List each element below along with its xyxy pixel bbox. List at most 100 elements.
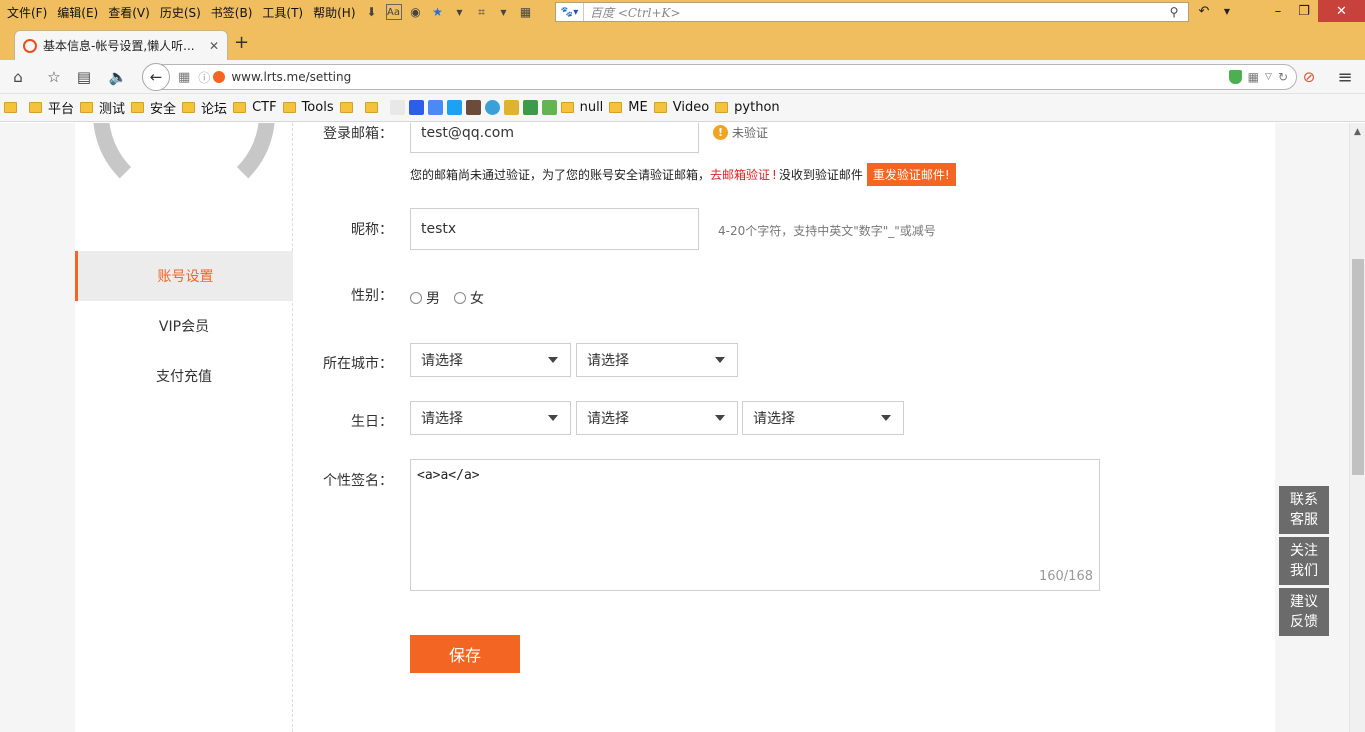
signature-textarea[interactable]: <a>a</a> 160/168	[410, 459, 1100, 591]
site-icon[interactable]	[389, 100, 405, 115]
menu-view[interactable]: 查看(V)	[103, 4, 155, 21]
instagram-icon[interactable]	[465, 100, 481, 115]
nickname-field[interactable]: testx	[410, 208, 699, 250]
sidebar-item-vip[interactable]: VIP会员	[75, 301, 293, 351]
feedback-button[interactable]: 建议 反馈	[1279, 588, 1329, 636]
dropdown-icon[interactable]: ▼	[496, 4, 512, 20]
gender-male-label[interactable]: 男	[426, 288, 440, 308]
birthday-label: 生日：	[351, 414, 393, 430]
folder-icon	[282, 102, 296, 113]
shield-icon[interactable]	[1228, 70, 1242, 84]
speaker-icon[interactable]: 🔈	[109, 68, 128, 86]
avatar[interactable]	[93, 123, 275, 205]
folder-icon	[364, 102, 378, 113]
search-bar[interactable]: 🐾▾ 百度 <Ctrl+K> ⚲	[555, 2, 1189, 22]
birthday-month-select[interactable]: 请选择	[576, 401, 738, 435]
folder-icon	[4, 102, 17, 113]
verify-email-link[interactable]: 去邮箱验证	[710, 166, 770, 183]
twitter-icon[interactable]	[446, 100, 462, 115]
close-tab-icon[interactable]: ✕	[209, 39, 219, 53]
scroll-up-icon[interactable]: ▲	[1354, 127, 1361, 137]
save-button[interactable]: 保存	[410, 635, 520, 673]
follow-us-button[interactable]: 关注 我们	[1279, 537, 1329, 585]
scrollbar[interactable]: ▲	[1349, 123, 1365, 732]
restore-icon[interactable]: ❐	[1292, 0, 1316, 22]
bookmark-folder[interactable]	[339, 102, 359, 113]
menu-edit[interactable]: 编辑(E)	[52, 4, 103, 21]
search-placeholder: 百度 <Ctrl+K>	[590, 5, 681, 20]
bookmark-folder[interactable]: 平台	[29, 98, 74, 117]
signature-label: 个性签名：	[323, 473, 393, 489]
email-field[interactable]: test@qq.com	[410, 123, 699, 153]
google-icon[interactable]	[427, 100, 443, 115]
undo-icon[interactable]: ↶	[1192, 0, 1216, 22]
radio-male[interactable]	[410, 292, 422, 304]
city-province-select[interactable]: 请选择	[410, 343, 571, 377]
birthday-year-select[interactable]: 请选择	[410, 401, 571, 435]
tab-active[interactable]: 基本信息-帐号设置,懒人听... ✕	[14, 30, 228, 60]
city-city-select[interactable]: 请选择	[576, 343, 738, 377]
reader-icon[interactable]: Aa	[385, 4, 402, 20]
folder-icon	[653, 102, 667, 113]
tab-title: 基本信息-帐号设置,懒人听...	[43, 39, 195, 53]
crop-icon[interactable]: ⌗	[474, 4, 490, 20]
search-icon[interactable]: ⚲	[1166, 4, 1182, 20]
bookmark-folder[interactable]: Video	[653, 100, 709, 115]
bookmark-folder[interactable]: null	[560, 100, 603, 115]
resend-verify-button[interactable]: 重发验证邮件!	[866, 163, 956, 186]
scrollbar-thumb[interactable]	[1352, 259, 1364, 475]
bookmark-folder[interactable]: 论坛	[182, 98, 227, 117]
gender-female-label[interactable]: 女	[470, 288, 484, 308]
sidebar-item-account[interactable]: 账号设置	[75, 251, 293, 301]
folder-icon	[29, 102, 42, 113]
bookmark-folder[interactable]: 测试	[80, 98, 125, 117]
close-window-icon[interactable]: ✕	[1318, 0, 1365, 22]
gender-group: 男 女	[410, 288, 484, 308]
reload-icon[interactable]: ↻	[1278, 70, 1288, 84]
city-label: 所在城市：	[323, 356, 393, 372]
menu-bookmarks[interactable]: 书签(B)	[206, 4, 258, 21]
menu-history[interactable]: 历史(S)	[155, 4, 206, 21]
nav-bar: ⌂ ☆ ▤ 🔈 ← ▦ ⓘ www.lrts.me/setting ▦ ▽ ↻ …	[0, 60, 1365, 94]
app-icon[interactable]	[503, 100, 519, 115]
puzzle-icon[interactable]	[541, 100, 557, 115]
aol-icon[interactable]	[484, 100, 500, 115]
contact-service-button[interactable]: 联系 客服	[1279, 486, 1329, 534]
bookmark-folder[interactable]	[364, 102, 384, 113]
reading-list-icon[interactable]: ▤	[75, 68, 93, 86]
birthday-day-select[interactable]: 请选择	[742, 401, 904, 435]
grid-icon[interactable]: ▦	[178, 70, 190, 85]
bookmark-folder[interactable]: ME	[609, 100, 648, 115]
bookmark-folder[interactable]: python	[715, 100, 780, 115]
baidu-icon[interactable]: 🐾▾	[556, 3, 584, 21]
address-bar[interactable]: ← ▦ ⓘ www.lrts.me/setting ▦ ▽ ↻	[142, 63, 1297, 91]
bookmark-folder[interactable]: 安全	[131, 98, 176, 117]
app-icon[interactable]	[522, 100, 538, 115]
menu-tools[interactable]: 工具(T)	[257, 4, 308, 21]
dropdown-icon[interactable]: ▼	[1218, 0, 1236, 22]
verify-notice: 您的邮箱尚未通过验证，为了您的账号安全请验证邮箱， 去邮箱验证 ! 没收到验证邮…	[410, 163, 956, 186]
baidu-paw-icon[interactable]	[408, 100, 424, 115]
bookmark-folder[interactable]: Tools	[282, 100, 334, 115]
dropdown-icon[interactable]: ▽	[1265, 72, 1272, 82]
back-icon[interactable]: ←	[142, 63, 170, 91]
qr-icon[interactable]: ▦	[518, 4, 534, 20]
menu-help[interactable]: 帮助(H)	[308, 4, 360, 21]
star-badge-icon[interactable]: ★	[430, 4, 446, 20]
sidebar-item-payment[interactable]: 支付充值	[75, 351, 293, 401]
bookmark-folder[interactable]	[4, 102, 23, 113]
radio-female[interactable]	[454, 292, 466, 304]
home-icon[interactable]: ⌂	[9, 68, 27, 86]
minimize-icon[interactable]: –	[1266, 0, 1290, 22]
bookmark-star-icon[interactable]: ☆	[45, 68, 63, 86]
menu-hamburger-icon[interactable]: ≡	[1336, 67, 1354, 88]
dropdown-icon[interactable]: ▼	[452, 4, 468, 20]
download-icon[interactable]: ⬇	[364, 4, 380, 20]
menu-file[interactable]: 文件(F)	[2, 4, 52, 21]
qr-code-icon[interactable]: ▦	[1248, 70, 1259, 84]
bookmark-folder[interactable]: CTF	[233, 100, 277, 115]
new-tab-icon[interactable]: +	[234, 32, 249, 53]
globe-icon[interactable]: ◉	[408, 4, 424, 20]
adblock-icon[interactable]: ⊘	[1300, 68, 1318, 86]
info-icon[interactable]: ⓘ	[198, 69, 210, 86]
